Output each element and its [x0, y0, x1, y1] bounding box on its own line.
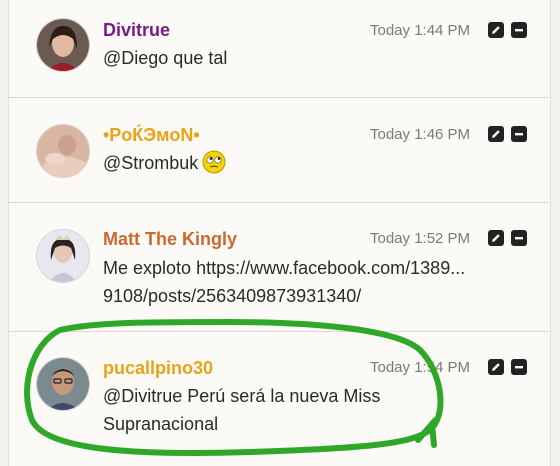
minus-icon[interactable] — [511, 230, 527, 246]
avatar[interactable] — [36, 357, 90, 411]
message-link-continued[interactable]: 9108/posts/2563409873931340/ — [103, 286, 361, 306]
timestamp: Today 1:54 PM — [370, 359, 471, 376]
message-text-line2: 9108/posts/2563409873931340/ — [103, 282, 361, 310]
username[interactable]: pucallpino30 — [103, 358, 213, 379]
avatar[interactable] — [36, 18, 90, 72]
divider — [8, 97, 549, 98]
username[interactable]: Divitrue — [103, 20, 170, 41]
avatar[interactable] — [36, 124, 90, 178]
timestamp: Today 1:46 PM — [370, 126, 471, 143]
minus-icon[interactable] — [511, 22, 527, 38]
message-text: @Diego que tal — [103, 48, 228, 68]
pencil-icon[interactable] — [488, 359, 504, 375]
message-text: Me exploto https://www.facebook.com/1389… — [103, 254, 465, 282]
username[interactable]: •PoЌЭмoN• — [103, 125, 200, 146]
divider — [8, 331, 549, 332]
message-text-content: @Strombuk — [103, 153, 199, 173]
message-text-line2: Supranacional — [103, 414, 219, 434]
pencil-icon[interactable] — [488, 230, 504, 246]
divider — [8, 202, 549, 203]
message-text-prefix: Me exploto — [103, 258, 197, 278]
message-text: @Strombuk — [103, 149, 226, 177]
message-text: @Divitrue Perú será la nueva Miss — [103, 386, 381, 406]
pencil-icon[interactable] — [488, 126, 504, 142]
timestamp: Today 1:44 PM — [370, 22, 471, 39]
username[interactable]: Matt The Kingly — [103, 229, 237, 250]
pencil-icon[interactable] — [488, 22, 504, 38]
rolling-eyes-emoji-icon — [202, 150, 226, 174]
avatar[interactable] — [36, 229, 90, 283]
message-link[interactable]: https://www.facebook.com/1389... — [196, 258, 465, 278]
minus-icon[interactable] — [511, 359, 527, 375]
minus-icon[interactable] — [511, 126, 527, 142]
timestamp: Today 1:52 PM — [370, 230, 471, 247]
